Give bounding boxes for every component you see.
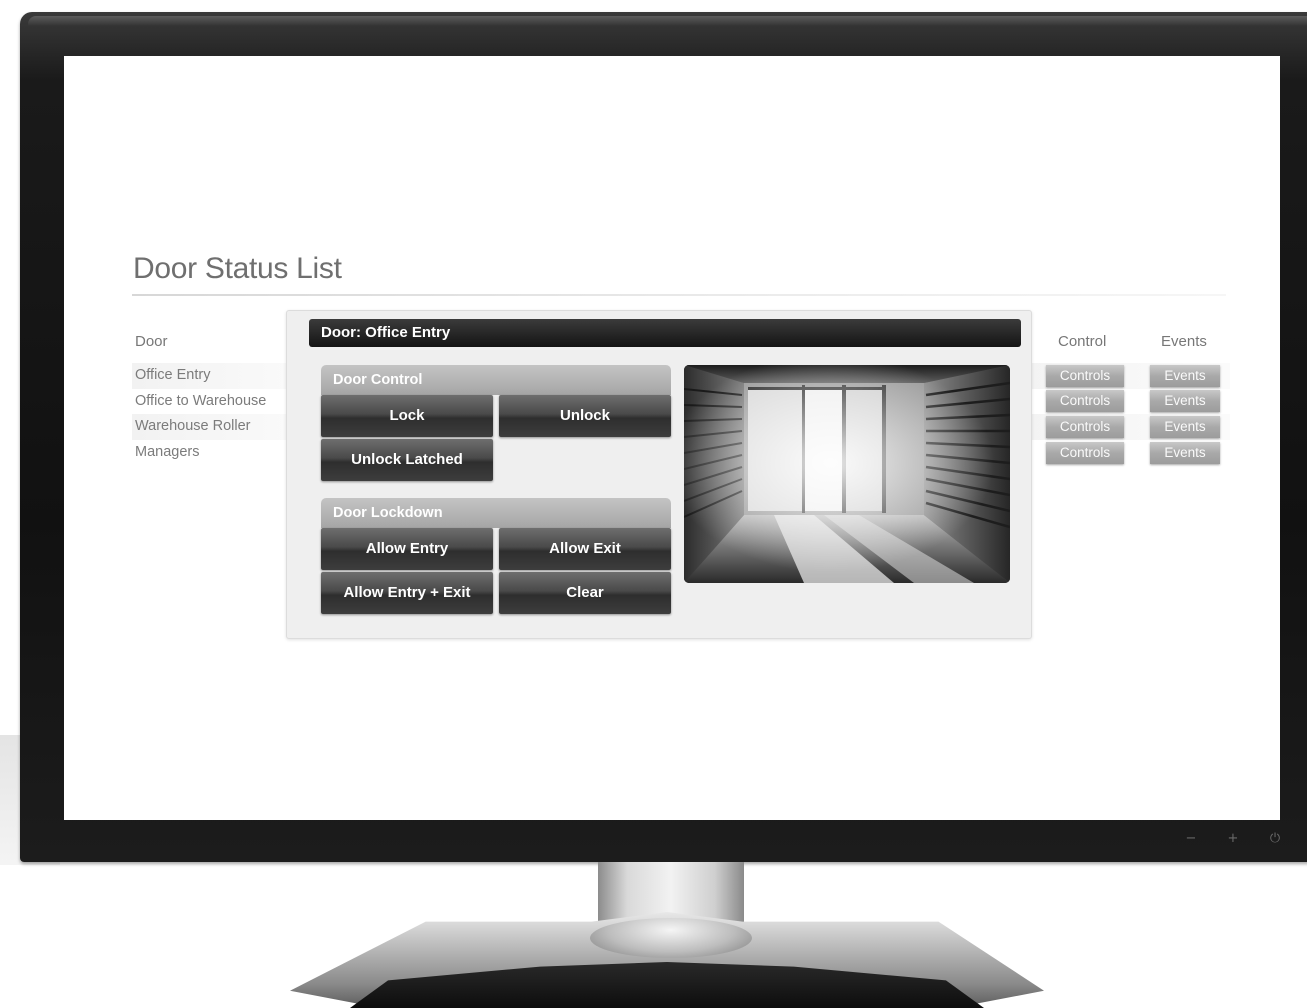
door-control-panel: Door: Office Entry Door Control Lock Unl… [286, 310, 1032, 639]
allow-entry-exit-button[interactable]: Allow Entry + Exit [321, 572, 493, 614]
monitor-stand-collar [590, 918, 752, 958]
lock-button[interactable]: Lock [321, 395, 493, 437]
page-title: Door Status List [133, 252, 342, 285]
controls-button-office-to-warehouse[interactable]: Controls [1046, 390, 1124, 412]
column-header-door: Door [135, 333, 168, 350]
monitor-controls: − + ⏻ [1182, 831, 1284, 846]
door-item-warehouse-roller[interactable]: Warehouse Roller [132, 414, 292, 440]
door-item-office-to-warehouse[interactable]: Office to Warehouse [132, 389, 292, 415]
title-divider [132, 294, 1226, 296]
events-button-office-entry[interactable]: Events [1150, 365, 1220, 387]
plus-icon[interactable]: + [1224, 831, 1242, 846]
allow-exit-button[interactable]: Allow Exit [499, 528, 671, 570]
events-button-managers[interactable]: Events [1150, 442, 1220, 464]
clear-button[interactable]: Clear [499, 572, 671, 614]
controls-button-office-entry[interactable]: Controls [1046, 365, 1124, 387]
minus-icon[interactable]: − [1182, 831, 1200, 846]
column-header-events: Events [1161, 333, 1207, 350]
unlock-latched-button[interactable]: Unlock Latched [321, 439, 493, 481]
controls-button-managers[interactable]: Controls [1046, 442, 1124, 464]
door-control-section-header: Door Control [321, 365, 671, 395]
door-list: Office Entry Office to Warehouse Warehou… [132, 363, 292, 465]
door-item-office-entry[interactable]: Office Entry [132, 363, 292, 389]
controls-button-warehouse-roller[interactable]: Controls [1046, 416, 1124, 438]
camera-feed-image [684, 365, 1010, 583]
panel-header: Door: Office Entry [309, 319, 1021, 347]
door-item-managers[interactable]: Managers [132, 440, 292, 466]
events-button-warehouse-roller[interactable]: Events [1150, 416, 1220, 438]
events-button-office-to-warehouse[interactable]: Events [1150, 390, 1220, 412]
door-lockdown-section-header: Door Lockdown [321, 498, 671, 528]
column-header-control: Control [1058, 333, 1107, 350]
unlock-button[interactable]: Unlock [499, 395, 671, 437]
power-icon[interactable]: ⏻ [1266, 831, 1284, 846]
allow-entry-button[interactable]: Allow Entry [321, 528, 493, 570]
monitor-screen: Door Status List Door Control Events Off… [64, 56, 1280, 820]
